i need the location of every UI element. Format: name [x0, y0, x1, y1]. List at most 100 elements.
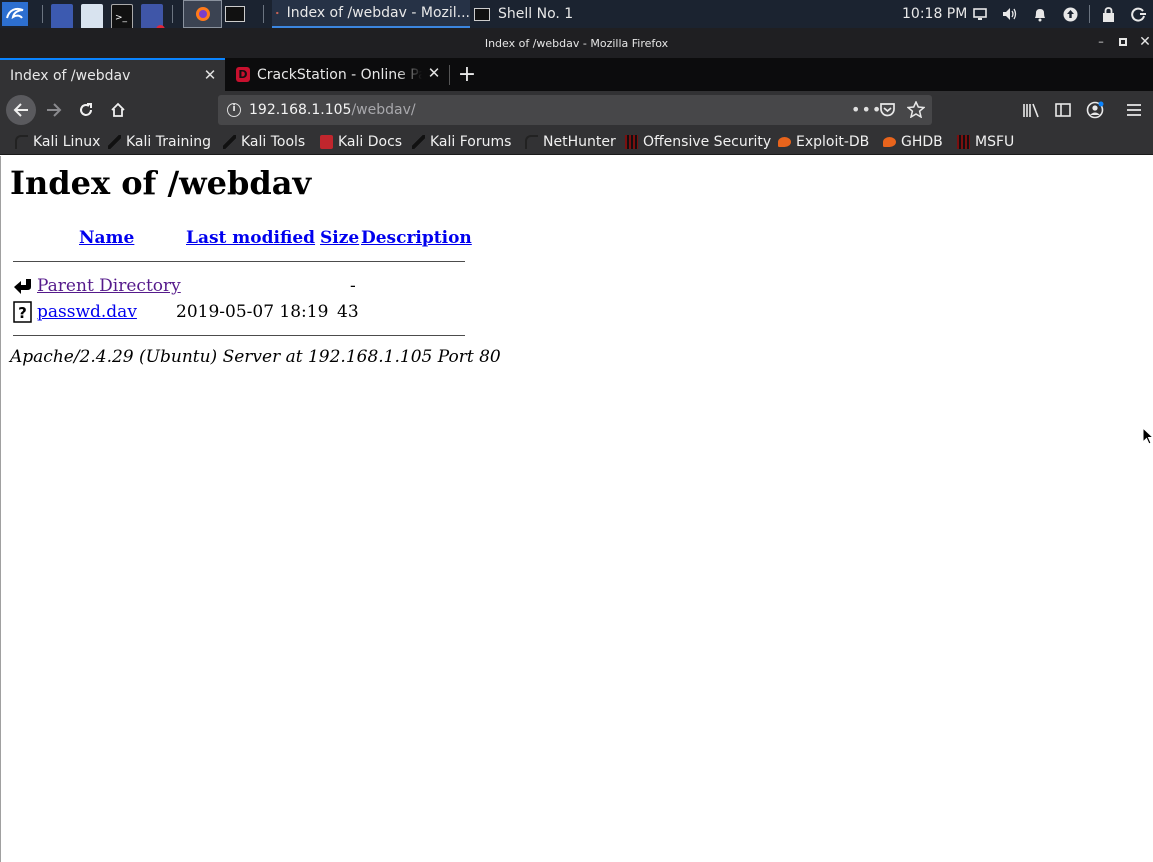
notifications-bell-icon[interactable] — [1032, 6, 1048, 22]
forward-arrow-icon — [47, 103, 62, 117]
terminal-icon — [474, 7, 490, 21]
bookmark-kali-linux[interactable]: Kali Linux — [15, 133, 100, 151]
exploitdb-icon — [883, 137, 896, 147]
display-icon[interactable] — [972, 6, 988, 22]
home-icon — [111, 102, 125, 117]
bookmark-label: NetHunter — [543, 134, 616, 150]
firefox-icon — [276, 11, 279, 15]
bookmark-msfu[interactable]: MSFU — [957, 133, 1014, 151]
desktop-taskbar: >_ Index of /webdav - Mozil... Shell No.… — [0, 0, 1153, 34]
close-tab-icon[interactable]: ✕ — [203, 68, 217, 83]
tab-strip: Index of /webdav ✕ D CrackStation - Onli… — [0, 58, 1153, 91]
crackstation-favicon-icon: D — [236, 67, 250, 82]
kali-menu-button[interactable] — [2, 0, 30, 28]
bookmark-label: Kali Linux — [33, 134, 101, 150]
bookmark-label: Kali Training — [126, 134, 211, 150]
menu-button[interactable] — [1120, 96, 1148, 124]
bookmark-label: Exploit-DB — [796, 134, 870, 150]
column-header-last-modified[interactable]: Last modified — [186, 228, 315, 248]
logout-icon[interactable] — [1130, 6, 1146, 22]
unknown-file-icon: ? — [13, 301, 32, 323]
tab-label: Index of /webdav — [10, 67, 131, 84]
back-arrow-icon — [14, 279, 31, 294]
kali-dragon-icon — [412, 135, 425, 149]
bookmark-label: GHDB — [901, 134, 943, 150]
row-last-modified: 2019-05-07 18:19 — [176, 302, 329, 322]
close-tab-icon[interactable]: ✕ — [427, 66, 441, 81]
docs-icon — [320, 135, 333, 149]
svg-text:?: ? — [18, 304, 27, 322]
bookmark-label: Kali Tools — [241, 134, 306, 150]
terminal-window-icon[interactable] — [223, 0, 247, 28]
kali-dragon-icon — [223, 135, 236, 149]
page-actions-icon[interactable]: ••• — [851, 100, 882, 119]
update-icon[interactable] — [1062, 6, 1078, 22]
server-signature: Apache/2.4.29 (Ubuntu) Server at 192.168… — [10, 347, 501, 367]
firefox-launcher-icon[interactable] — [183, 0, 222, 28]
volume-icon[interactable] — [1002, 6, 1018, 22]
reload-icon — [80, 103, 92, 116]
tab-crackstation[interactable]: D CrackStation - Online Pa ✕ — [227, 58, 449, 91]
pocket-icon[interactable] — [879, 102, 896, 118]
library-button[interactable] — [1017, 96, 1045, 124]
bookmark-kali-docs[interactable]: Kali Docs — [320, 133, 402, 151]
offsec-icon — [625, 135, 638, 149]
minimize-icon[interactable]: – — [1095, 36, 1107, 48]
kali-dragon-icon — [108, 135, 121, 149]
kali-icon — [525, 135, 538, 149]
home-button[interactable] — [104, 96, 132, 124]
kali-icon — [15, 135, 28, 149]
bookmark-exploit-db[interactable]: Exploit-DB — [778, 133, 869, 151]
tab-label: CrackStation - Online Pa — [257, 66, 422, 83]
lock-screen-icon[interactable] — [1100, 6, 1116, 22]
bookmark-label: MSFU — [975, 134, 1015, 150]
row-size: 43 — [337, 302, 359, 322]
forward-button[interactable] — [40, 96, 68, 124]
divider — [13, 335, 465, 336]
account-icon — [1086, 101, 1104, 119]
bookmark-label: Kali Forums — [430, 134, 512, 150]
task-button-shell[interactable]: Shell No. 1 — [474, 0, 634, 28]
passwd-dav-link[interactable]: passwd.dav — [37, 302, 137, 322]
maximize-icon[interactable] — [1117, 36, 1129, 48]
exploitdb-icon — [778, 137, 791, 147]
column-header-size[interactable]: Size — [320, 228, 359, 248]
row-size: - — [350, 276, 356, 296]
column-header-name[interactable]: Name — [79, 228, 134, 248]
page-content: Index of /webdav Name Last modified Size… — [0, 156, 1153, 862]
bookmark-offensive-security[interactable]: Offensive Security — [625, 133, 771, 151]
task-button-firefox[interactable]: Index of /webdav - Mozil... — [272, 0, 470, 28]
account-button[interactable] — [1081, 96, 1109, 124]
column-header-description[interactable]: Description — [361, 228, 472, 248]
sidebar-button[interactable] — [1049, 96, 1077, 124]
back-arrow-icon — [13, 103, 28, 117]
reload-button[interactable] — [72, 96, 100, 124]
info-icon[interactable]: i — [227, 103, 241, 117]
window-title: Index of /webdav - Mozilla Firefox — [484, 36, 669, 50]
navigation-toolbar: i 192.168.1.105/webdav/ ••• — [0, 91, 1153, 129]
parent-directory-link[interactable]: Parent Directory — [37, 276, 181, 296]
bookmark-kali-forums[interactable]: Kali Forums — [412, 133, 511, 151]
url-host: 192.168.1.105 — [249, 102, 352, 118]
bookmark-nethunter[interactable]: NetHunter — [525, 133, 616, 151]
url-path: /webdav/ — [351, 102, 416, 118]
window-titlebar[interactable]: Index of /webdav - Mozilla Firefox – ✕ — [0, 28, 1153, 58]
bookmark-kali-tools[interactable]: Kali Tools — [223, 133, 305, 151]
bookmark-label: Kali Docs — [338, 134, 403, 150]
new-tab-button[interactable]: + — [455, 58, 479, 91]
sidebar-icon — [1055, 103, 1071, 117]
tab-index-webdav[interactable]: Index of /webdav ✕ — [0, 58, 225, 91]
bookmark-star-icon[interactable] — [907, 101, 925, 118]
close-window-icon[interactable]: ✕ — [1139, 35, 1151, 49]
clock[interactable]: 10:18 PM — [902, 0, 967, 28]
page-title: Index of /webdav — [10, 164, 312, 202]
mouse-cursor-icon — [1142, 427, 1153, 445]
bookmark-ghdb[interactable]: GHDB — [883, 133, 943, 151]
library-icon — [1023, 103, 1039, 117]
task-label: Shell No. 1 — [498, 6, 574, 22]
bookmarks-toolbar: Kali Linux Kali Training Kali Tools Kali… — [0, 129, 1153, 155]
plus-icon: + — [457, 62, 477, 87]
url-bar[interactable]: i 192.168.1.105/webdav/ ••• — [218, 95, 932, 125]
bookmark-kali-training[interactable]: Kali Training — [108, 133, 211, 151]
back-button[interactable] — [6, 95, 36, 125]
